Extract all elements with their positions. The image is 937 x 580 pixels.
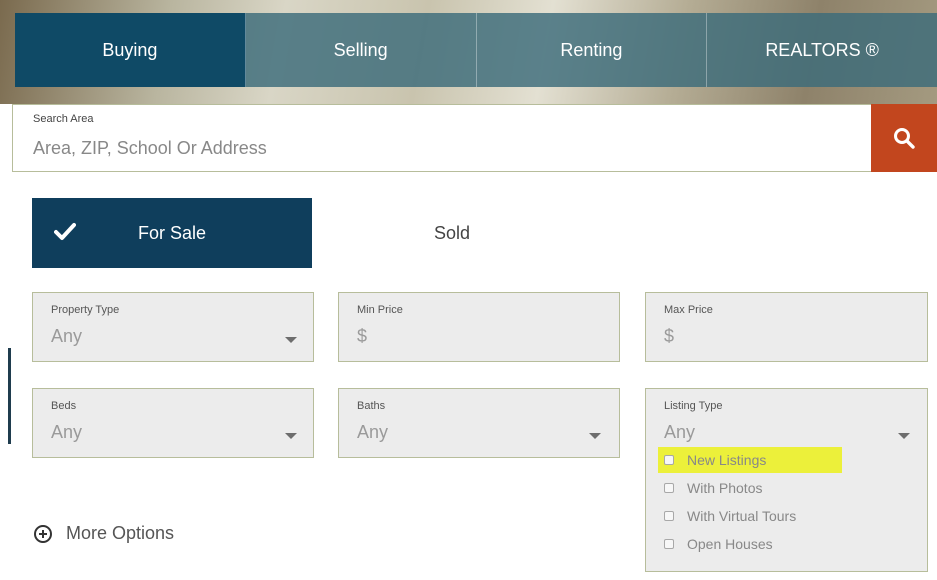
tab-selling[interactable]: Selling <box>245 13 477 87</box>
chevron-down-icon <box>589 433 601 439</box>
beds-select[interactable]: Beds Any <box>32 388 314 458</box>
search-input[interactable] <box>33 135 853 161</box>
left-rail <box>0 104 12 580</box>
checkbox[interactable] <box>664 539 674 549</box>
min-price-label: Min Price <box>357 304 403 316</box>
search-button[interactable] <box>871 104 937 172</box>
min-price-value: $ <box>357 326 368 346</box>
listing-option-virtual-tours[interactable]: With Virtual Tours <box>664 508 796 524</box>
property-type-value: Any <box>51 326 83 346</box>
more-options-label: More Options <box>66 523 175 543</box>
baths-label: Baths <box>357 400 386 412</box>
tab-buying[interactable]: Buying <box>15 13 246 87</box>
checkbox[interactable] <box>664 511 674 521</box>
listing-option-new-listings[interactable]: New Listings <box>658 447 842 473</box>
search-icon <box>894 128 915 149</box>
option-label: With Photos <box>687 480 763 496</box>
chevron-down-icon <box>285 433 297 439</box>
chevron-down-icon <box>285 337 297 343</box>
listing-option-with-photos[interactable]: With Photos <box>664 480 762 496</box>
search-area-box: Search Area <box>12 104 871 172</box>
listing-option-open-houses[interactable]: Open Houses <box>664 536 773 552</box>
listing-type-value: Any <box>664 422 696 442</box>
chevron-down-icon <box>898 433 910 439</box>
listing-type-select[interactable]: Listing Type Any New Listings With Photo… <box>645 388 928 572</box>
option-label: New Listings <box>687 452 767 468</box>
property-type-label: Property Type <box>51 304 120 316</box>
checkbox[interactable] <box>664 483 674 493</box>
tab-renting[interactable]: Renting <box>476 13 708 87</box>
for-sale-button[interactable]: For Sale <box>32 198 312 268</box>
checkbox[interactable] <box>664 455 674 465</box>
min-price-field[interactable]: Min Price $ <box>338 292 620 362</box>
sale-status-toggle: For Sale Sold <box>32 198 592 268</box>
baths-select[interactable]: Baths Any <box>338 388 620 458</box>
plus-circle-icon <box>34 524 52 543</box>
max-price-value: $ <box>664 326 675 346</box>
property-type-select[interactable]: Property Type Any <box>32 292 314 362</box>
for-sale-label: For Sale <box>137 222 207 243</box>
option-label: With Virtual Tours <box>687 508 797 524</box>
sold-label: Sold <box>433 222 471 243</box>
baths-value: Any <box>357 422 389 442</box>
tab-realtors[interactable]: REALTORS ® <box>707 13 937 87</box>
main-nav-tabs: Buying Selling Renting REALTORS ® <box>15 13 937 87</box>
rail-marker <box>8 348 11 444</box>
search-area-label: Search Area <box>33 113 94 125</box>
listing-type-label: Listing Type <box>664 400 723 412</box>
sold-button[interactable]: Sold <box>312 198 592 268</box>
more-options-link[interactable]: More Options <box>34 523 174 544</box>
beds-label: Beds <box>51 400 77 412</box>
beds-value: Any <box>51 422 83 442</box>
check-icon <box>54 223 76 240</box>
option-label: Open Houses <box>687 536 773 552</box>
max-price-field[interactable]: Max Price $ <box>645 292 928 362</box>
max-price-label: Max Price <box>664 304 713 316</box>
